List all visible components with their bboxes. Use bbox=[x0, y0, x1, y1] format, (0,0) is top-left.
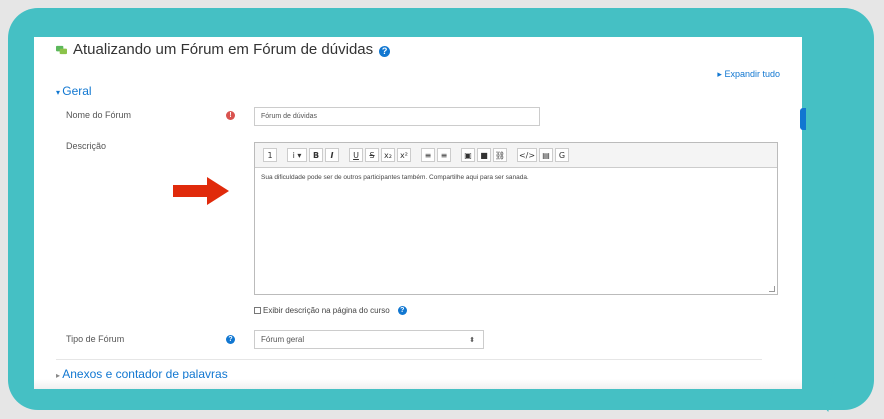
display-description-label: Exibir descrição na página do curso bbox=[263, 306, 390, 315]
display-description-checkbox[interactable] bbox=[254, 307, 261, 314]
toolbar-paragraph-style-button[interactable]: i ▾ bbox=[287, 148, 307, 162]
editor-toolbar: 1 i ▾ B I U S x₂ x² ≡ ≡ ▣ ■ ⛓ </> ▤ G bbox=[255, 143, 777, 168]
required-icon: ! bbox=[226, 111, 235, 120]
select-arrows-icon: ⬍ bbox=[469, 336, 475, 344]
resize-handle[interactable] bbox=[769, 286, 775, 292]
toolbar-unordered-list-button[interactable]: ≡ bbox=[421, 148, 435, 162]
panel-bottom-edge bbox=[34, 379, 802, 389]
toolbar-image-button[interactable]: ▣ bbox=[461, 148, 475, 162]
toolbar-subscript-button[interactable]: x₂ bbox=[381, 148, 395, 162]
question-icon[interactable]: ? bbox=[379, 45, 391, 57]
forum-name-label: Nome do Fórum bbox=[66, 110, 132, 120]
toolbar-italic-button[interactable]: I bbox=[325, 148, 339, 162]
section-geral-toggle[interactable]: ▾ Geral bbox=[56, 84, 92, 98]
toolbar-html-button[interactable]: </> bbox=[517, 148, 537, 162]
toolbar-accessibility-button[interactable]: G bbox=[555, 148, 569, 162]
description-text: Sua dificuldade pode ser de outros parti… bbox=[261, 174, 529, 181]
page-title: Atualizando um Fórum em Fórum de dúvidas… bbox=[56, 41, 391, 58]
description-label: Descrição bbox=[66, 141, 107, 151]
toolbar-strikethrough-button[interactable]: S bbox=[365, 148, 379, 162]
toolbar-table-button[interactable]: ▤ bbox=[539, 148, 553, 162]
toolbar-underline-button[interactable]: U bbox=[349, 148, 363, 162]
forum-icon bbox=[56, 45, 67, 55]
expand-all-link[interactable]: ▸ Expandir tudo bbox=[717, 69, 780, 80]
form-panel: Atualizando um Fórum em Fórum de dúvidas… bbox=[34, 37, 802, 389]
toolbar-ordered-list-button[interactable]: ≡ bbox=[437, 148, 451, 162]
section-divider bbox=[56, 359, 762, 360]
forum-type-label: Tipo de Fórum bbox=[66, 334, 125, 344]
side-drawer-tab[interactable] bbox=[800, 108, 806, 130]
toolbar-link-button[interactable]: ⛓ bbox=[493, 148, 507, 162]
toolbar-collapse-button[interactable]: 1 bbox=[263, 148, 277, 162]
question-icon[interactable]: ? bbox=[226, 335, 235, 344]
forum-type-select[interactable]: Fórum geral ⬍ bbox=[254, 330, 484, 349]
toolbar-superscript-button[interactable]: x² bbox=[397, 148, 411, 162]
question-icon[interactable]: ? bbox=[397, 306, 407, 315]
toolbar-bold-button[interactable]: B bbox=[309, 148, 323, 162]
description-editor[interactable]: 1 i ▾ B I U S x₂ x² ≡ ≡ ▣ ■ ⛓ </> ▤ G Su… bbox=[254, 142, 778, 295]
arrow-icon bbox=[173, 177, 229, 205]
display-description-option[interactable]: Exibir descrição na página do curso ? bbox=[254, 306, 407, 315]
forum-name-input[interactable]: Fórum de dúvidas bbox=[254, 107, 540, 126]
toolbar-media-button[interactable]: ■ bbox=[477, 148, 491, 162]
page-title-text: Atualizando um Fórum em Fórum de dúvidas bbox=[73, 41, 374, 58]
